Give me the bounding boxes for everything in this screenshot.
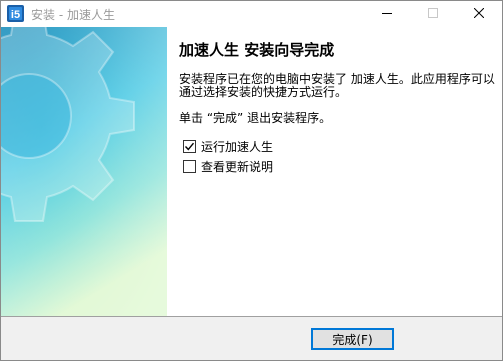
svg-text:i5: i5 bbox=[11, 9, 20, 21]
close-button[interactable] bbox=[456, 1, 502, 27]
checkmark-icon bbox=[184, 142, 195, 151]
completion-message: 安装程序已在您的电脑中安装了 加速人生。此应用程序可以通过选择安装的快捷方式运行… bbox=[179, 72, 495, 99]
window-title: 安装 - 加速人生 bbox=[31, 8, 115, 22]
maximize-button[interactable] bbox=[410, 1, 456, 27]
minimize-button[interactable] bbox=[364, 1, 410, 27]
content-area: 加速人生 安装向导完成 安装程序已在您的电脑中安装了 加速人生。此应用程序可以通… bbox=[167, 27, 502, 316]
finish-hint: 单击 “完成” 退出安装程序。 bbox=[179, 111, 332, 125]
view-release-notes-checkbox[interactable] bbox=[183, 160, 196, 173]
run-app-checkbox[interactable] bbox=[183, 140, 196, 153]
minimize-icon bbox=[382, 7, 392, 21]
run-app-label[interactable]: 运行加速人生 bbox=[201, 138, 273, 155]
view-release-notes-option[interactable]: 查看更新说明 bbox=[183, 158, 273, 175]
app-icon: i5 bbox=[7, 5, 24, 22]
close-icon bbox=[473, 7, 485, 21]
view-release-notes-label[interactable]: 查看更新说明 bbox=[201, 158, 273, 175]
run-app-option[interactable]: 运行加速人生 bbox=[183, 138, 273, 155]
maximize-icon bbox=[428, 7, 438, 21]
wizard-side-image bbox=[1, 27, 167, 316]
page-title: 加速人生 安装向导完成 bbox=[179, 41, 335, 59]
side-panel-art bbox=[1, 27, 167, 316]
button-bar: 完成(F) bbox=[1, 317, 502, 360]
title-bar[interactable]: i5 安装 - 加速人生 bbox=[1, 1, 502, 27]
finish-button[interactable]: 完成(F) bbox=[311, 328, 394, 350]
installer-window: i5 安装 - 加速人生 加速人生 安装向导完成 安装程序已在您的电脑中安装了 … bbox=[0, 0, 503, 361]
